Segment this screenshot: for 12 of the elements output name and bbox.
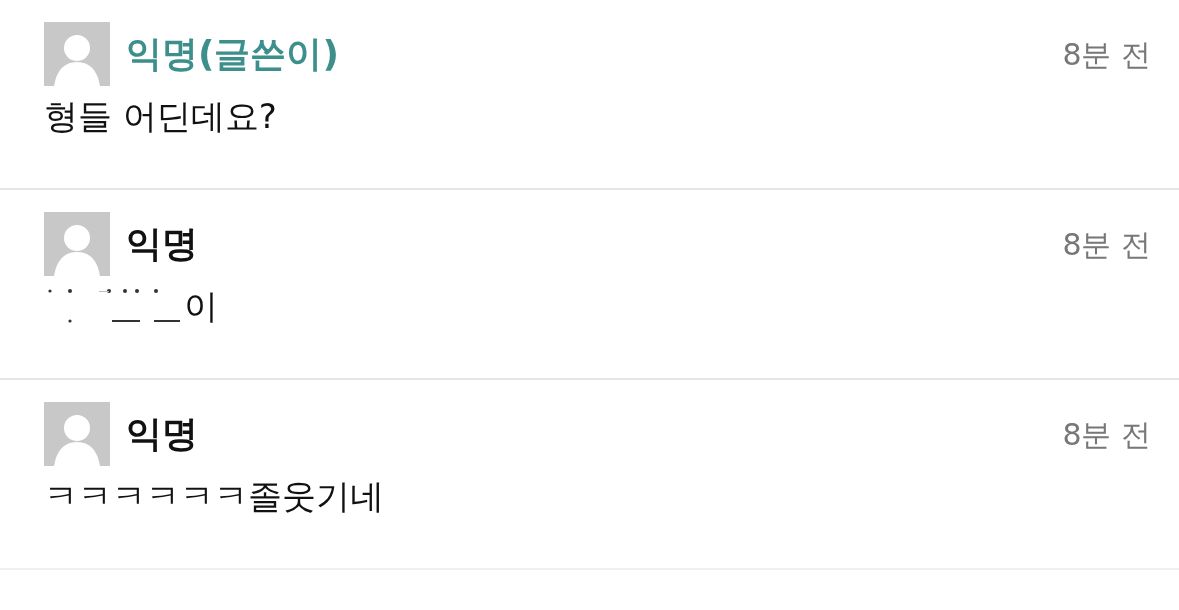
author-name: 익명 bbox=[126, 414, 198, 454]
author-name: 익명(글쓴이) bbox=[126, 34, 339, 74]
author-name: 익명 bbox=[126, 224, 198, 264]
comment-time: 8분 전 bbox=[1062, 415, 1151, 454]
comment-text: 이 bbox=[184, 285, 218, 328]
avatar-icon bbox=[44, 212, 110, 276]
comment-time: 8분 전 bbox=[1062, 225, 1151, 264]
comment-text: ㅋㅋㅋㅋㅋㅋ졸웃기네 bbox=[44, 475, 384, 518]
avatar-icon bbox=[44, 22, 110, 86]
comment-time: 8분 전 bbox=[1062, 35, 1151, 74]
comment-text: 형들 어딘데요? bbox=[44, 95, 277, 138]
avatar-icon bbox=[44, 402, 110, 466]
